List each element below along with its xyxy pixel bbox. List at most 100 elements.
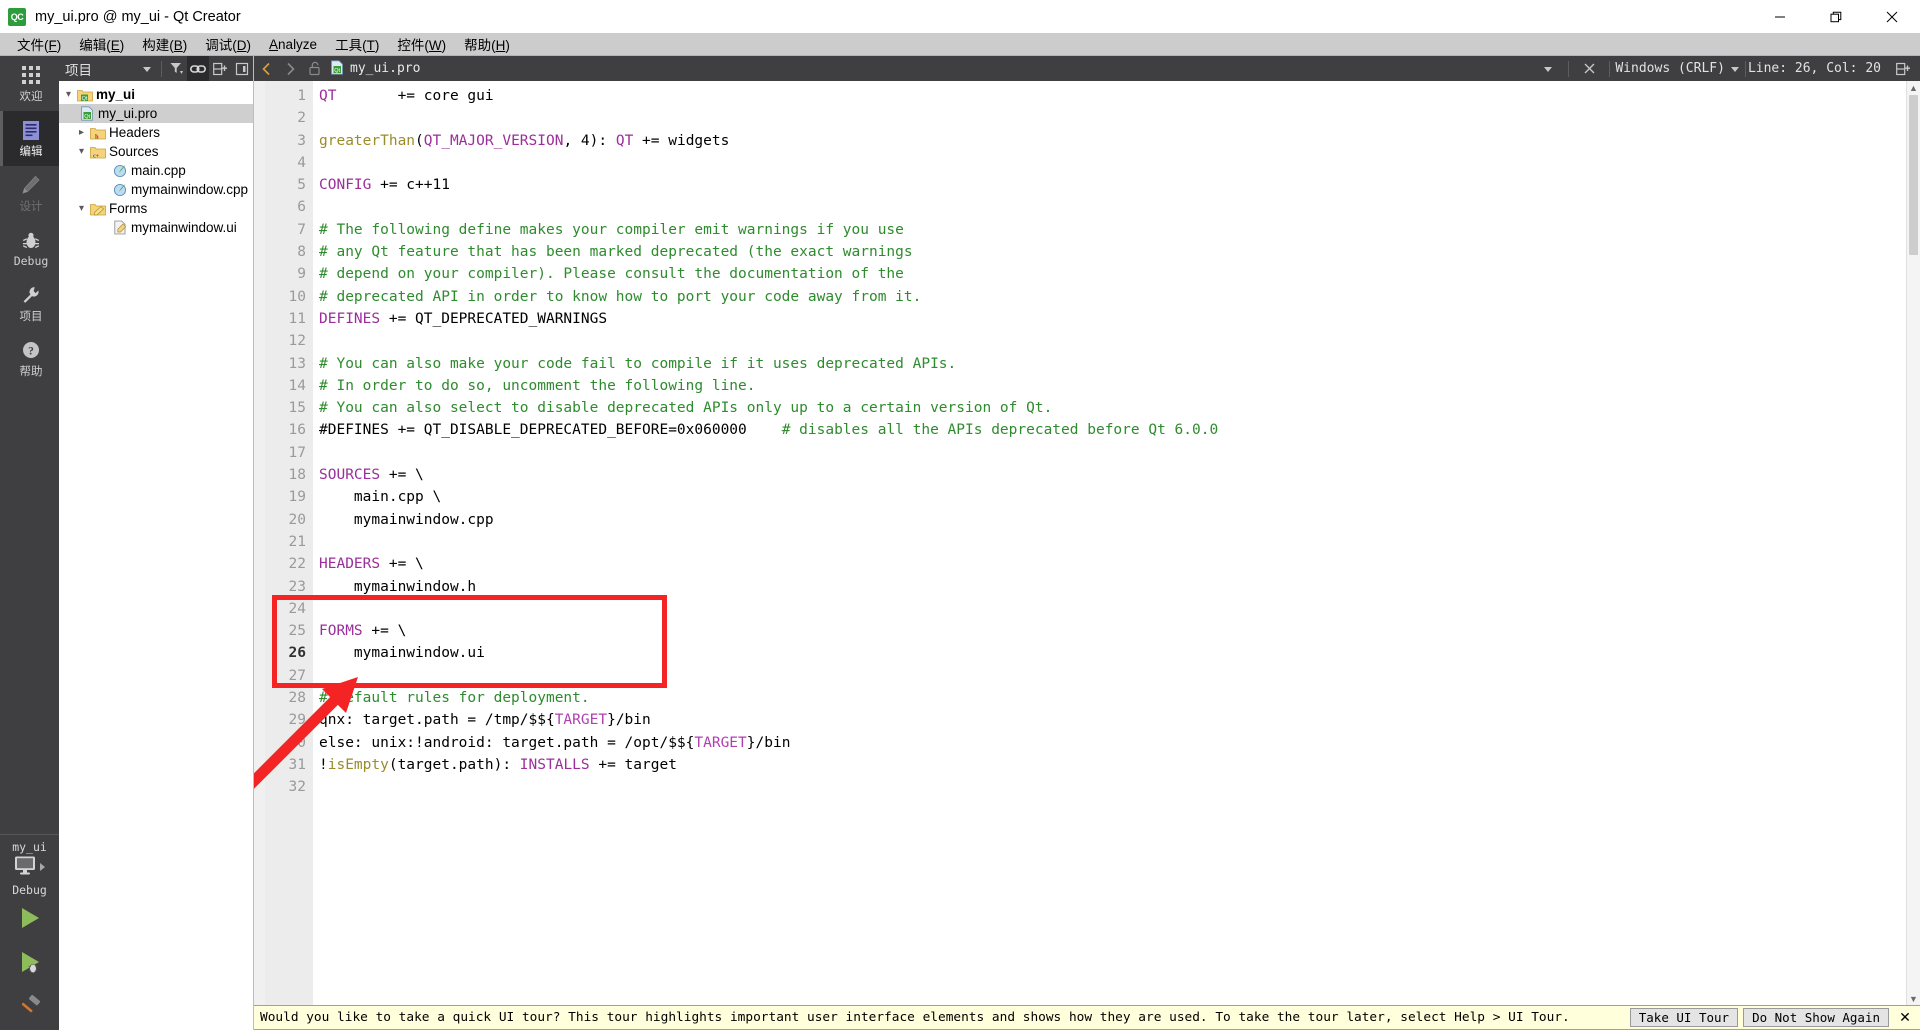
- line-number: 14: [288, 377, 306, 394]
- wrench-icon: [21, 283, 41, 307]
- mode-edit[interactable]: 编辑: [0, 111, 59, 166]
- mode-design-label: 设计: [19, 199, 43, 213]
- ui-tour-message: Would you like to take a quick UI tour? …: [260, 1010, 1570, 1025]
- bug-icon: [21, 229, 41, 253]
- close-icon[interactable]: [1864, 0, 1920, 33]
- mode-debug[interactable]: Debug: [0, 221, 59, 276]
- chevron-down-icon[interactable]: ▾: [74, 146, 89, 157]
- tree-item-mymainwindow-ui[interactable]: mymainwindow.ui: [59, 218, 253, 237]
- menu-tools[interactable]: 工具(T): [326, 32, 388, 56]
- line-ending-selector[interactable]: Windows (CRLF): [1615, 61, 1725, 76]
- close-pane-icon[interactable]: [231, 56, 253, 81]
- code-editor[interactable]: 1 2 3 4 5 6 7 8 9 10 11 12 13 14 15 16 17 18 19 20 21 22 23 24 2…: [254, 81, 1920, 1005]
- tree-item-label: mymainwindow.cpp: [131, 182, 249, 197]
- close-icon[interactable]: ✕: [1894, 1009, 1916, 1026]
- mode-projects-label: 项目: [19, 309, 43, 323]
- menu-analyze[interactable]: Analyze: [260, 35, 326, 54]
- chevron-down-icon[interactable]: [136, 56, 158, 81]
- line-number: 32: [288, 779, 306, 796]
- line-number: 4: [297, 154, 306, 171]
- cpp-file-icon: [111, 163, 129, 178]
- chevron-left-icon[interactable]: [254, 56, 278, 81]
- code-line: qnx: target.path = /tmp/$${TARGET}/bin: [319, 712, 651, 729]
- link-icon[interactable]: [187, 56, 209, 81]
- restore-icon[interactable]: [1808, 0, 1864, 33]
- mode-welcome-label: 欢迎: [19, 89, 43, 103]
- menu-build[interactable]: 构建(B): [133, 32, 196, 56]
- do-not-show-again-button[interactable]: Do Not Show Again: [1743, 1008, 1889, 1027]
- code-line: # You can also select to disable depreca…: [319, 400, 1053, 417]
- tree-item-sources[interactable]: ▾ c+ Sources: [59, 142, 253, 161]
- filter-icon[interactable]: [165, 56, 187, 81]
- hammer-icon: [17, 993, 43, 1024]
- code-line: #DEFINES += QT_DISABLE_DEPRECATED_BEFORE…: [319, 422, 1219, 439]
- build-button[interactable]: [0, 986, 59, 1030]
- mode-projects[interactable]: 项目: [0, 276, 59, 331]
- navigator-header: 项目: [59, 56, 253, 81]
- line-column-indicator[interactable]: Line: 26, Col: 20: [1748, 61, 1881, 76]
- mode-help[interactable]: ? 帮助: [0, 331, 59, 386]
- menu-window[interactable]: 控件(W): [388, 32, 455, 56]
- code-line: DEFINES += QT_DEPRECATED_WARNINGS: [319, 310, 608, 327]
- code-line: # Default rules for deployment.: [319, 690, 590, 707]
- folder-cpp-icon: c+: [89, 145, 107, 159]
- line-number: 25: [288, 623, 306, 640]
- scrollbar-thumb[interactable]: [1909, 95, 1918, 255]
- code-line: # In order to do so, uncomment the follo…: [319, 377, 756, 394]
- project-tree: ▾ Qt my_ui Qt my_ui.pro ▸ h Headers ▾ c+…: [59, 81, 253, 1030]
- chevron-right-icon[interactable]: ▸: [74, 127, 89, 138]
- menu-help[interactable]: 帮助(H): [455, 32, 519, 56]
- code-line: SOURCES += \: [319, 467, 424, 484]
- chevron-down-icon[interactable]: [1539, 56, 1557, 81]
- open-document-combo[interactable]: Qt my_ui.pro: [326, 56, 1615, 81]
- editor-vertical-scrollbar[interactable]: ▲ ▼: [1906, 81, 1920, 1005]
- split-add-icon[interactable]: [209, 56, 231, 81]
- green-play-icon: [17, 905, 43, 936]
- tree-item-project[interactable]: ▾ Qt my_ui: [59, 85, 253, 104]
- chevron-down-icon[interactable]: [1725, 56, 1745, 81]
- run-button[interactable]: [0, 898, 59, 942]
- tree-item-pro-file[interactable]: Qt my_ui.pro: [59, 104, 253, 123]
- tree-item-mymainwindow-cpp[interactable]: mymainwindow.cpp: [59, 180, 253, 199]
- ui-file-icon: [111, 220, 129, 235]
- window-controls: [1752, 0, 1920, 33]
- take-ui-tour-button[interactable]: Take UI Tour: [1629, 1008, 1739, 1027]
- line-number: 2: [297, 110, 306, 127]
- navigator-view-combo[interactable]: 项目: [65, 59, 136, 79]
- menu-file[interactable]: 文件(F): [8, 32, 70, 56]
- chevron-right-icon[interactable]: [278, 56, 302, 81]
- divider: [1568, 60, 1570, 77]
- mode-welcome[interactable]: 欢迎: [0, 56, 59, 111]
- code-line: mymainwindow.h: [319, 578, 477, 595]
- split-add-icon[interactable]: [1891, 56, 1915, 81]
- menu-debug[interactable]: 调试(D): [196, 32, 260, 56]
- minimize-icon[interactable]: [1752, 0, 1808, 33]
- code-line: # You can also make your code fail to co…: [319, 355, 957, 372]
- line-number: 31: [288, 756, 306, 773]
- line-number: 24: [288, 600, 306, 617]
- code-text[interactable]: QT += core gui greaterThan(QT_MAJOR_VERS…: [313, 81, 1906, 1005]
- ui-tour-banner: Would you like to take a quick UI tour? …: [254, 1005, 1920, 1030]
- menu-edit[interactable]: 编辑(E): [70, 32, 133, 56]
- tree-item-headers[interactable]: ▸ h Headers: [59, 123, 253, 142]
- chevron-down-icon[interactable]: ▾: [74, 203, 89, 214]
- chevron-down-icon[interactable]: ▾: [61, 89, 76, 100]
- scroll-up-arrow-icon[interactable]: ▲: [1907, 81, 1920, 94]
- tree-item-forms[interactable]: ▾ Forms: [59, 199, 253, 218]
- unlocked-icon[interactable]: [302, 56, 326, 81]
- mode-design[interactable]: 设计: [0, 166, 59, 221]
- close-icon[interactable]: [1580, 56, 1598, 81]
- breakpoint-gutter[interactable]: [254, 81, 265, 1005]
- debug-button[interactable]: [0, 942, 59, 986]
- chevron-right-icon: [39, 859, 46, 877]
- line-number: 9: [297, 266, 306, 283]
- folder-h-icon: h: [89, 126, 107, 140]
- scroll-down-arrow-icon[interactable]: ▼: [1907, 992, 1920, 1005]
- tree-item-main-cpp[interactable]: main.cpp: [59, 161, 253, 180]
- window-title: my_ui.pro @ my_ui - Qt Creator: [35, 8, 241, 25]
- kit-selector-button[interactable]: [0, 855, 59, 881]
- code-line: QT += core gui: [319, 88, 494, 104]
